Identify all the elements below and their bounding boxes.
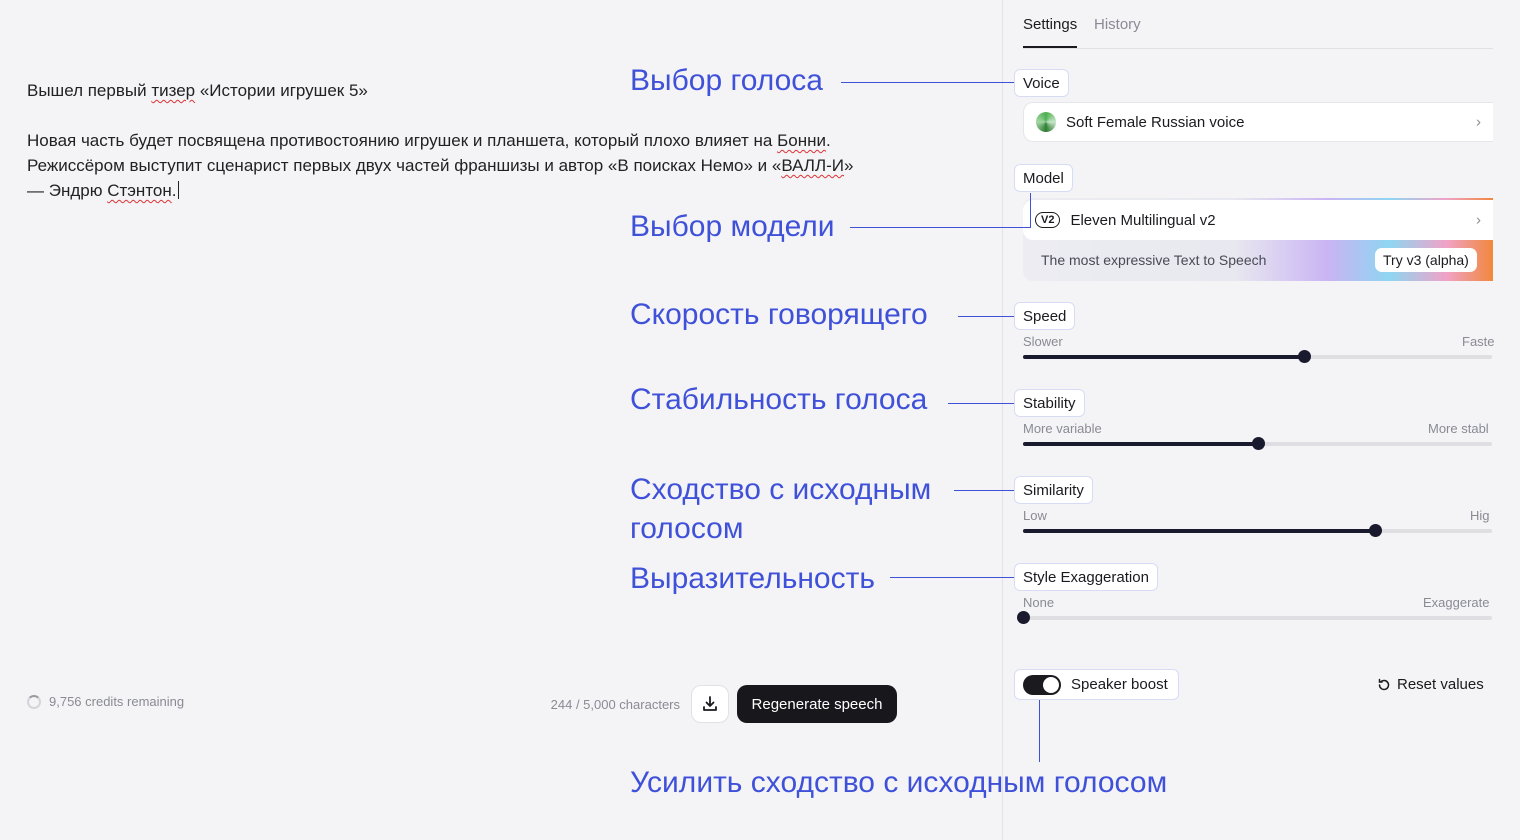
- editor-line-body-1: Новая часть будет посвящена противостоян…: [27, 131, 831, 150]
- voice-label: Voice: [1014, 69, 1069, 97]
- tab-settings[interactable]: Settings: [1023, 16, 1078, 48]
- editor-line-body-2: Режиссёром выступит сценарист первых дву…: [27, 156, 854, 175]
- similarity-slider-thumb[interactable]: [1368, 524, 1382, 537]
- annotation-style-line: [890, 577, 1014, 578]
- voice-selector[interactable]: Soft Female Russian voice ›: [1023, 102, 1493, 142]
- model-selector[interactable]: V2 Eleven Multilingual v2 ›: [1023, 200, 1493, 240]
- annotation-speed-line: [958, 316, 1014, 317]
- annotation-similarity-line-2: голосом: [630, 512, 744, 545]
- speed-label: Speed: [1014, 302, 1076, 330]
- annotation-boost: Усилить сходство с исходным голосом: [630, 766, 1168, 799]
- chevron-right-icon: ›: [1476, 211, 1481, 229]
- stability-slider[interactable]: [1023, 437, 1492, 450]
- annotation-similarity-line-1: Сходство с исходным: [630, 473, 932, 506]
- similarity-min-label: Low: [1023, 508, 1047, 523]
- download-button[interactable]: [691, 685, 729, 723]
- annotation-similarity-line: [954, 490, 1014, 491]
- speaker-boost-control[interactable]: Speaker boost: [1014, 669, 1179, 700]
- reset-values-label: Reset values: [1397, 676, 1484, 693]
- reset-icon: [1378, 678, 1390, 690]
- credits-label: 9,756 credits remaining: [49, 694, 185, 709]
- speaker-boost-toggle[interactable]: [1023, 674, 1061, 695]
- annotation-boost-vline: [1039, 700, 1040, 762]
- credits-progress-icon: [27, 694, 41, 709]
- similarity-label: Similarity: [1014, 476, 1093, 504]
- speed-slider[interactable]: [1023, 350, 1492, 363]
- stability-min-label: More variable: [1023, 421, 1102, 436]
- character-count: 244 / 5,000 characters: [550, 697, 680, 712]
- similarity-slider-fill: [1023, 529, 1375, 533]
- style-exaggeration-label: Style Exaggeration: [1014, 563, 1158, 591]
- annotation-style: Выразительность: [630, 562, 875, 595]
- style-min-label: None: [1023, 595, 1055, 610]
- reset-values-button[interactable]: Reset values: [1377, 676, 1484, 693]
- model-name: Eleven Multilingual v2: [1070, 211, 1216, 229]
- annotation-stability: Стабильность голоса: [630, 383, 928, 416]
- credits-remaining: 9,756 credits remaining: [27, 694, 184, 709]
- stability-slider-fill: [1023, 442, 1258, 446]
- speed-max-label: Faste: [1462, 334, 1495, 349]
- annotation-voice-line: [841, 82, 1014, 83]
- sidebar-tabs: Settings History: [1023, 0, 1493, 49]
- stability-label: Stability: [1014, 389, 1085, 417]
- annotation-model-vline: [1030, 193, 1031, 227]
- model-promo-text: The most expressive Text to Speech: [1041, 252, 1267, 268]
- style-slider-thumb[interactable]: [1017, 611, 1030, 624]
- download-icon: [703, 696, 717, 711]
- speaker-boost-label: Speaker boost: [1071, 676, 1168, 693]
- editor-line-body-3: — Эндрю Стэнтон.: [27, 181, 179, 200]
- annotation-voice: Выбор голоса: [630, 64, 823, 97]
- annotation-model: Выбор модели: [630, 210, 835, 243]
- annotation-speed: Скорость говорящего: [630, 298, 928, 331]
- annotation-model-line: [850, 227, 1031, 228]
- chevron-right-icon: ›: [1476, 113, 1481, 131]
- voice-avatar-icon: [1036, 112, 1056, 132]
- model-panel: V2 Eleven Multilingual v2 › The most exp…: [1023, 198, 1493, 281]
- similarity-max-label: Hig: [1470, 508, 1490, 523]
- speed-slider-thumb[interactable]: [1298, 350, 1312, 363]
- regenerate-speech-button[interactable]: Regenerate speech: [737, 685, 897, 723]
- speed-slider-fill: [1023, 355, 1305, 359]
- style-max-label: Exaggerate: [1423, 595, 1490, 610]
- voice-name: Soft Female Russian voice: [1066, 113, 1245, 131]
- style-exaggeration-slider[interactable]: [1017, 611, 1492, 624]
- speed-min-label: Slower: [1023, 334, 1063, 349]
- text-caret: [177, 181, 179, 199]
- try-v3-button[interactable]: Try v3 (alpha): [1375, 248, 1477, 272]
- similarity-slider[interactable]: [1023, 524, 1492, 537]
- stability-slider-thumb[interactable]: [1251, 437, 1265, 450]
- model-version-badge: V2: [1035, 212, 1061, 228]
- sidebar-divider: [1002, 0, 1003, 840]
- tab-history[interactable]: History: [1094, 16, 1141, 33]
- stability-max-label: More stabl: [1428, 421, 1489, 436]
- annotation-stability-line: [948, 403, 1014, 404]
- model-label: Model: [1014, 164, 1073, 192]
